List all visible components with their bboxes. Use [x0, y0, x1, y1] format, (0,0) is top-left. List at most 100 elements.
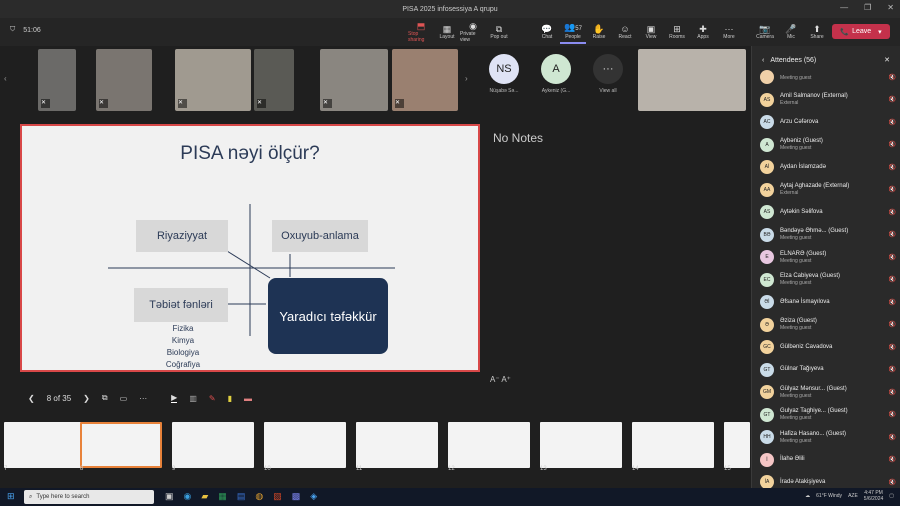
prev-slide-button[interactable]: ❮ — [28, 394, 35, 403]
language-indicator[interactable]: AZE — [848, 493, 858, 499]
next-slide-button[interactable]: ❯ — [83, 394, 90, 403]
app-icon[interactable]: ◈ — [310, 491, 317, 502]
participant-avatar[interactable]: NS Nüşabə Sə... — [484, 54, 524, 104]
leave-button[interactable]: 📞 Leave ▾ — [832, 24, 890, 39]
task-view-icon[interactable]: ▣ — [165, 491, 174, 502]
people-button[interactable]: 👥57 People — [560, 20, 586, 44]
raise-hand-button[interactable]: ✋ Raise — [586, 20, 612, 44]
slide-thumbnail[interactable] — [4, 422, 86, 468]
powerpoint-icon[interactable]: ▧ — [273, 491, 282, 502]
pen-red-icon[interactable]: ✎ — [209, 394, 216, 403]
edge-icon[interactable]: ◉ — [184, 491, 192, 502]
strip-next-icon[interactable]: › — [465, 74, 468, 83]
attendee-row[interactable]: GT Gülnar Tağıyeva 🔇 — [760, 359, 896, 381]
attendee-row[interactable]: İ İlahə Əlili 🔇 — [760, 449, 896, 471]
attendee-row[interactable]: GT Gulyaz Taghiye... (Guest) Meeting guest… — [760, 404, 896, 426]
slide-thumbnail[interactable] — [356, 422, 438, 468]
video-tile[interactable]: ✕ — [254, 49, 294, 111]
avatar: A — [541, 54, 571, 84]
video-tile[interactable]: ✕ — [96, 49, 152, 111]
self-video-tile[interactable] — [638, 49, 746, 111]
slide-thumbnail[interactable] — [632, 422, 714, 468]
eraser-icon[interactable]: ▬ — [244, 394, 252, 403]
windows-start-icon[interactable]: ⊞ — [7, 491, 15, 502]
video-tile[interactable]: ✕ — [320, 49, 388, 111]
attendee-row[interactable]: BƏ Bəndəyə Əhmə... (Guest) Meeting guest 🔇 — [760, 224, 896, 246]
font-size-controls[interactable]: A⁻ A⁺ — [490, 375, 511, 384]
more-button[interactable]: ··· More — [716, 20, 742, 44]
video-tile[interactable]: ✕ — [38, 49, 76, 111]
laser-tool-icon[interactable]: ▥ — [189, 394, 197, 403]
clock[interactable]: 4:47 PM 5/6/2024 — [864, 490, 883, 502]
attendee-row[interactable]: GM Gülyaz Mənsur... (Guest) Meeting guest 🔇 — [760, 381, 896, 403]
layout-button[interactable]: ▦ Layout — [434, 20, 460, 44]
mic-button[interactable]: 🎤 Mic — [778, 20, 804, 44]
excel-icon[interactable]: ▦ — [218, 491, 227, 502]
slide-thumbnail[interactable] — [724, 422, 750, 468]
attendee-row[interactable]: AC Arzu Cəfərova 🔇 — [760, 111, 896, 133]
attendee-row[interactable]: İA İradə Atakişiyeva 🔇 — [760, 471, 896, 488]
attendee-row[interactable]: AA Aytaj Aghazade (External) External 🔇 — [760, 179, 896, 201]
attendee-row[interactable]: Əİ Əfsanə İsmayılova 🔇 — [760, 291, 896, 313]
slide-thumbnail[interactable] — [172, 422, 254, 468]
slides-icon[interactable]: ▭ — [120, 394, 128, 403]
taskbar-search[interactable]: ⌕ Type here to search — [24, 490, 154, 504]
mic-off-icon: 🔇 — [888, 119, 896, 126]
attendee-row[interactable]: EC Elza Cabiyeva (Guest) Meeting guest 🔇 — [760, 269, 896, 291]
attendee-row[interactable]: GC Gülbəniz Cavadova 🔇 — [760, 336, 896, 358]
slide-thumbnail[interactable] — [264, 422, 346, 468]
private-view-button[interactable]: ◉ Private view — [460, 20, 486, 44]
attendee-row[interactable]: Ə Əziza (Guest) Meeting guest 🔇 — [760, 314, 896, 336]
eye-icon: ◉ — [469, 21, 477, 31]
pop-out-button[interactable]: ⧉ Pop out — [486, 20, 512, 44]
attendee-row[interactable]: AS Aytəkin Səlifova 🔇 — [760, 201, 896, 223]
chrome-icon[interactable]: ◍ — [255, 491, 263, 502]
mic-off-icon: ✕ — [323, 99, 332, 108]
share-button[interactable]: ⬆ Share — [804, 20, 830, 44]
attendee-info: Gülnar Tağıyeva — [780, 366, 889, 373]
attendee-role: Meeting guest — [780, 257, 812, 264]
arrow-riyaziyyat — [226, 250, 271, 279]
view-button[interactable]: ▣ View — [638, 20, 664, 44]
strip-prev-icon[interactable]: ‹ — [4, 74, 7, 83]
attendee-name: Gülnar Tağıyeva — [780, 366, 824, 372]
attendee-info: İlahə Əlili — [780, 456, 889, 463]
video-tile[interactable]: ✕ — [175, 49, 251, 111]
react-button[interactable]: ☺ React — [612, 20, 638, 44]
attendee-row[interactable]: E ELNARƏ (Guest) Meeting guest 🔇 — [760, 246, 896, 268]
file-explorer-icon[interactable]: ▰ — [201, 491, 208, 502]
pointer-tool-icon[interactable]: ▶ — [171, 393, 178, 403]
avatar: AA — [760, 182, 774, 197]
attendee-row[interactable]: A Aybəniz (Guest) Meeting guest 🔇 — [760, 134, 896, 156]
notification-icon[interactable]: ▢ — [889, 493, 894, 499]
attendee-row[interactable]: Meeting guest 🔇 — [760, 66, 896, 88]
attendee-name: İradə Atakişiyeva — [780, 478, 826, 485]
attendee-name: Bəndəyə Əhmə... (Guest) — [780, 228, 849, 234]
minimize-button[interactable]: — — [840, 3, 848, 12]
attendee-row[interactable]: HH Hafiza Hasano... (Guest) Meeting guest 🔇 — [760, 426, 896, 448]
close-icon[interactable]: ✕ — [884, 56, 890, 64]
highlighter-icon[interactable]: ▮ — [228, 394, 232, 403]
chat-button[interactable]: 💬 Chat — [534, 20, 560, 44]
slide-thumbnail-selected[interactable] — [80, 422, 162, 468]
slide-thumbnail[interactable] — [540, 422, 622, 468]
video-tile[interactable]: ✕ — [392, 49, 458, 111]
stop-sharing-button[interactable]: ⬒ Stop sharing — [408, 20, 434, 44]
attendee-row[interactable]: AS Amil Salmanov (External) External 🔇 — [760, 89, 896, 111]
slide-thumbnail[interactable] — [448, 422, 530, 468]
apps-button[interactable]: ✚ Apps — [690, 20, 716, 44]
rooms-button[interactable]: ⊞ Rooms — [664, 20, 690, 44]
attendee-row[interactable]: Aİ Aydan İslamzadə 🔇 — [760, 156, 896, 178]
teams-icon[interactable]: ▩ — [292, 491, 301, 502]
view-all-button[interactable]: ··· View all — [588, 54, 628, 104]
word-icon[interactable]: ▤ — [237, 491, 246, 502]
maximize-button[interactable]: ❐ — [864, 3, 871, 12]
close-window-button[interactable]: ✕ — [887, 3, 894, 12]
camera-button[interactable]: 📷 Camera — [752, 20, 778, 44]
participant-avatar[interactable]: A Aykeniz (G... — [536, 54, 576, 104]
more-options-icon[interactable]: ··· — [139, 394, 147, 403]
chevron-left-icon[interactable]: ‹ — [762, 57, 764, 64]
mic-off-icon: 🔇 — [888, 412, 896, 418]
shield-icon: ⛉ — [10, 26, 16, 33]
copy-icon[interactable]: ⧉ — [102, 393, 108, 403]
